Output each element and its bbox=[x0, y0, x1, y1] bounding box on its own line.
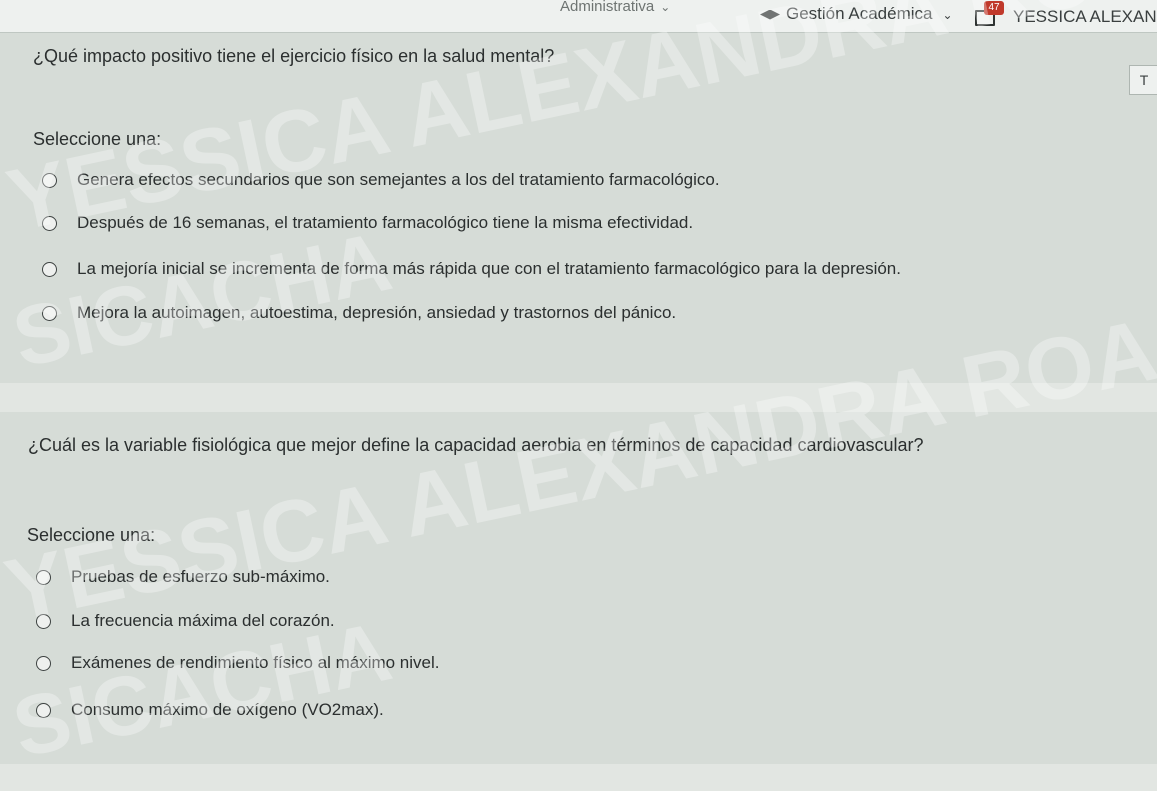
answer-option-label: Mejora la autoimagen, autoestima, depres… bbox=[77, 303, 677, 322]
nav-gestion-label: Gestión Académica bbox=[786, 4, 933, 23]
radio-button[interactable] bbox=[36, 569, 51, 585]
message-count-badge: 47 bbox=[984, 1, 1004, 15]
chevron-down-icon: ⌄ bbox=[660, 0, 671, 14]
answer-option[interactable]: Después de 16 semanas, el tratamiento fa… bbox=[42, 213, 693, 233]
radio-button[interactable] bbox=[36, 613, 51, 629]
answer-option-label: Pruebas de esfuerzo sub-máximo. bbox=[71, 567, 330, 586]
answer-option[interactable]: Mejora la autoimagen, autoestima, depres… bbox=[42, 303, 676, 323]
answer-option-label: Consumo máximo de oxígeno (VO2max). bbox=[71, 700, 384, 719]
select-one-label: Seleccione una: bbox=[27, 525, 156, 545]
question-card-1 bbox=[0, 33, 1157, 383]
top-navbar: Administrativa ⌄ Gestión Académica ⌄ 47 YE… bbox=[0, 0, 1157, 33]
answer-option[interactable]: Pruebas de esfuerzo sub-máximo. bbox=[36, 567, 330, 587]
card-separator bbox=[0, 764, 1157, 791]
nav-admin-menu[interactable]: Administrativa ⌄ bbox=[560, 0, 670, 15]
card-separator bbox=[0, 383, 1157, 412]
question-text: ¿Qué impacto positivo tiene el ejercicio… bbox=[33, 46, 555, 66]
radio-button[interactable] bbox=[36, 702, 51, 718]
answer-option-label: Exámenes de rendimiento físico al máximo… bbox=[71, 653, 440, 672]
radio-button[interactable] bbox=[42, 261, 57, 277]
answer-option[interactable]: Exámenes de rendimiento físico al máximo… bbox=[36, 653, 440, 673]
answer-option[interactable]: Consumo máximo de oxígeno (VO2max). bbox=[36, 700, 384, 720]
question-text: ¿Cuál es la variable fisiológica que mej… bbox=[28, 435, 924, 455]
answer-option-label: La mejoría inicial se incrementa de form… bbox=[77, 259, 901, 278]
radio-button[interactable] bbox=[42, 305, 57, 321]
radio-button[interactable] bbox=[42, 215, 57, 231]
flag-question-button[interactable]: T bbox=[1129, 65, 1157, 95]
nav-gestion-menu[interactable]: Gestión Académica ⌄ bbox=[760, 4, 953, 24]
radio-button[interactable] bbox=[42, 172, 57, 188]
answer-option-label: La frecuencia máxima del corazón. bbox=[71, 611, 335, 630]
nav-admin-label: Administrativa bbox=[560, 0, 655, 15]
select-one-label: Seleccione una: bbox=[33, 129, 162, 149]
radio-button[interactable] bbox=[36, 655, 51, 671]
user-menu[interactable]: YESSICA ALEXAND bbox=[1013, 7, 1157, 27]
answer-option[interactable]: La frecuencia máxima del corazón. bbox=[36, 611, 335, 631]
chevron-down-icon: ⌄ bbox=[942, 8, 953, 22]
graduation-cap-icon bbox=[760, 9, 780, 20]
answer-option[interactable]: Genera efectos secundarios que son semej… bbox=[42, 170, 720, 190]
answer-option-label: Genera efectos secundarios que son semej… bbox=[77, 170, 720, 189]
answer-option[interactable]: La mejoría inicial se incrementa de form… bbox=[42, 259, 901, 279]
answer-option-label: Después de 16 semanas, el tratamiento fa… bbox=[77, 213, 694, 232]
